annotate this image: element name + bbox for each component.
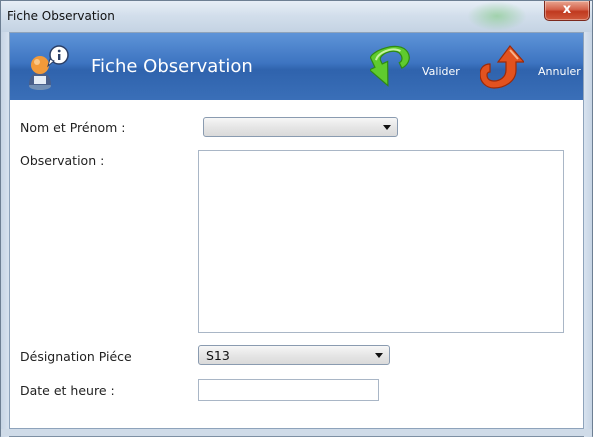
red-undo-arrow-icon [480,45,524,89]
header-title: Fiche Observation [91,56,253,77]
nom-prenom-label: Nom et Prénom : [20,120,126,135]
valider-label: Valider [422,65,460,78]
dialog-window: Fiche Observation x Fiche Observation Va… [0,0,593,437]
designation-piece-value: S13 [206,348,230,363]
annuler-button[interactable]: Annuler [480,42,581,92]
annuler-label: Annuler [538,65,581,78]
green-check-arrow-icon [370,45,410,87]
observation-textarea[interactable] [198,150,564,333]
title-bar-glow [467,1,527,31]
window-frame-right [584,32,592,437]
close-icon: x [562,2,572,17]
user-info-icon [29,45,69,90]
date-heure-label: Date et heure : [20,383,115,398]
close-button[interactable]: x [544,1,590,21]
designation-piece-label: Désignation Piéce [20,349,132,364]
window-title: Fiche Observation [7,9,115,23]
header-banner: Fiche Observation Valider Annuler [10,33,583,100]
date-heure-input[interactable] [198,379,379,401]
window-frame-bottom [1,429,592,436]
nom-prenom-dropdown[interactable] [203,117,398,137]
chevron-down-icon [375,353,383,358]
valider-button[interactable]: Valider [370,42,480,92]
chevron-down-icon [383,125,391,130]
title-bar[interactable]: Fiche Observation x [1,1,592,32]
observation-label: Observation : [20,153,105,168]
designation-piece-dropdown[interactable]: S13 [198,345,390,365]
dialog-content: Fiche Observation Valider Annuler Nom et… [9,32,584,429]
window-frame-left [1,32,9,437]
